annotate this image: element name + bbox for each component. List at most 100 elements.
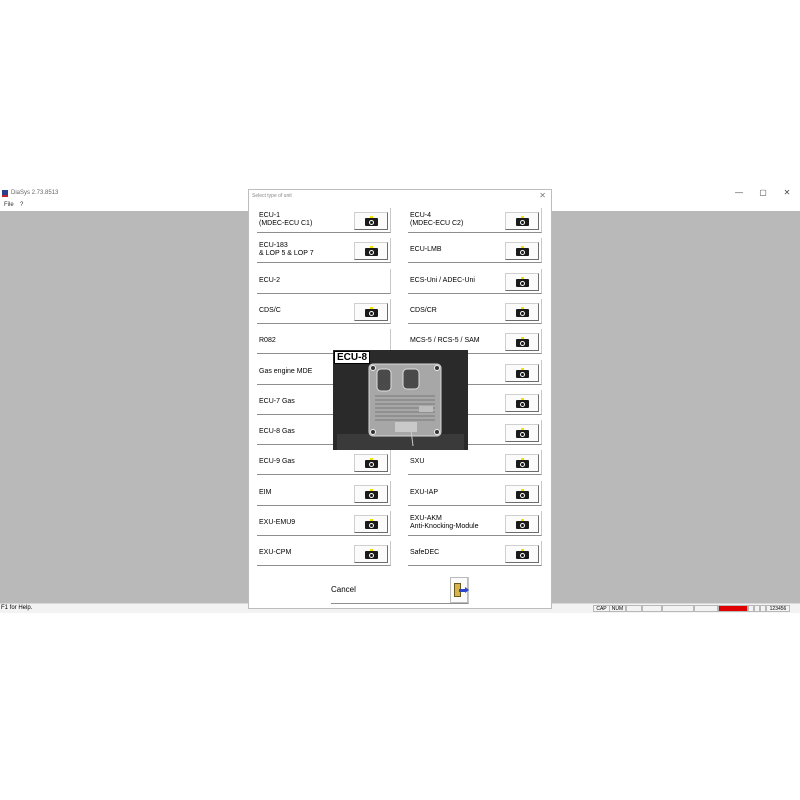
unit-label: SafeDEC — [410, 541, 502, 565]
exit-door-icon — [454, 583, 469, 597]
status-cell-blank — [694, 605, 718, 612]
unit-label-line1: SXU — [410, 458, 425, 466]
unit-photo-button[interactable] — [505, 242, 539, 261]
camera-icon — [516, 306, 529, 317]
unit-label: ECU-4 (MDEC-ECU C2) — [410, 208, 502, 232]
unit-row-right[interactable]: ECU-LMB — [408, 238, 542, 264]
unit-photo-button[interactable] — [354, 212, 388, 230]
unit-label-line1: SafeDEC — [410, 549, 440, 557]
preview-label: ECU-8 — [334, 351, 371, 364]
unit-row-right[interactable]: EXU-IAP — [408, 480, 542, 506]
unit-photo-button[interactable] — [505, 333, 539, 352]
status-code: 123456 — [766, 605, 790, 612]
unit-label: ECU-2 — [259, 269, 351, 293]
camera-icon — [516, 458, 529, 469]
unit-photo-button[interactable] — [505, 454, 539, 473]
camera-icon — [365, 519, 378, 529]
dialog-close-icon[interactable]: ✕ — [539, 191, 546, 200]
unit-label-line2: Anti-Knocking-Module — [410, 523, 479, 530]
camera-icon — [516, 428, 529, 439]
unit-photo-button[interactable] — [505, 545, 539, 564]
unit-label: CDS/C — [259, 299, 351, 323]
unit-photo-button[interactable] — [354, 242, 388, 261]
unit-label-line1: EIM — [259, 488, 272, 496]
camera-icon — [365, 216, 378, 226]
unit-label-line1: EXU-EMU9 — [259, 519, 296, 526]
unit-label-line1: CDS/C — [259, 306, 281, 314]
camera-icon — [365, 488, 378, 499]
app-title: DiaSys 2.73.8513 — [11, 190, 59, 196]
cancel-button[interactable] — [450, 577, 469, 603]
unit-photo-button[interactable] — [354, 484, 388, 503]
unit-label-line1: ECU-LMB — [410, 246, 442, 254]
maximize-button[interactable]: ▢ — [757, 188, 769, 197]
unit-label-line1: ECU-2 — [259, 276, 281, 284]
unit-preview-popup: ECU-8 — [333, 350, 468, 450]
ecu-photo — [333, 350, 468, 450]
unit-row-right[interactable]: ECU-4 (MDEC-ECU C2) — [408, 208, 542, 233]
unit-label-line1: CDS/CR — [410, 306, 437, 314]
unit-photo-button[interactable] — [505, 515, 539, 533]
unit-photo-button[interactable] — [505, 212, 539, 230]
unit-photo-button[interactable] — [354, 302, 388, 321]
unit-photo-button[interactable] — [505, 424, 539, 443]
cancel-row[interactable]: Cancel — [331, 577, 469, 604]
unit-photo-button[interactable] — [505, 272, 539, 291]
unit-label: ECS-Uni / ADEC-Uni — [410, 269, 502, 293]
unit-label-line1: ECU-183 — [259, 242, 288, 250]
unit-label: ECU-183 & LOP 5 & LOP 7 — [259, 238, 351, 262]
unit-label-line1: ECU-4 — [410, 212, 432, 219]
unit-row-left[interactable]: ECU-1 (MDEC-ECU C1) — [257, 208, 391, 233]
unit-label: ECU-9 Gas — [259, 450, 351, 474]
status-cell-blank — [662, 605, 694, 612]
camera-icon — [516, 367, 529, 378]
unit-photo-button[interactable] — [354, 454, 388, 473]
unit-row-left[interactable]: ECU-9 Gas — [257, 450, 391, 476]
unit-row-left[interactable]: EXU-CPM — [257, 541, 391, 567]
unit-row-right[interactable]: EXU-AKM Anti-Knocking-Module — [408, 511, 542, 536]
unit-photo-button[interactable] — [354, 515, 388, 533]
unit-label: EXU-CPM — [259, 541, 351, 565]
camera-icon — [516, 216, 529, 226]
unit-photo-button[interactable] — [505, 302, 539, 321]
unit-label-line2: & LOP 5 & LOP 7 — [259, 250, 314, 258]
unit-photo-button[interactable] — [354, 545, 388, 564]
camera-icon — [516, 519, 529, 529]
menu-help[interactable]: ? — [20, 202, 23, 208]
unit-photo-button[interactable] — [505, 363, 539, 382]
status-cell-blank — [642, 605, 662, 612]
camera-icon — [365, 246, 378, 257]
unit-label: ECU-1 (MDEC-ECU C1) — [259, 208, 351, 232]
unit-row-left[interactable]: EXU-EMU9 — [257, 511, 391, 536]
minimize-button[interactable]: — — [733, 188, 745, 197]
unit-label-line1: ECU-9 Gas — [259, 458, 295, 466]
app-logo-icon — [2, 190, 8, 197]
unit-row-right[interactable]: SXU — [408, 450, 542, 476]
close-window-button[interactable]: ✕ — [781, 188, 793, 197]
camera-icon — [516, 397, 529, 408]
unit-label-line1: EXU-IAP — [410, 488, 439, 496]
unit-label-line1: EXU-AKM — [410, 515, 442, 522]
unit-row-left[interactable]: CDS/C — [257, 298, 391, 324]
unit-row-right[interactable]: ECS-Uni / ADEC-Uni — [408, 268, 542, 294]
status-num: NUM — [609, 605, 626, 612]
menu-file[interactable]: File — [4, 202, 14, 208]
status-cell-blank — [626, 605, 642, 612]
unit-row-right[interactable]: CDS/CR — [408, 298, 542, 324]
unit-label-line2: (MDEC-ECU C1) — [259, 220, 313, 227]
unit-row-left[interactable]: ECU-2 — [257, 268, 391, 294]
camera-icon — [365, 306, 378, 317]
unit-label-line1: ECU-1 — [259, 212, 281, 219]
camera-icon — [365, 549, 378, 560]
status-help-text: F1 for Help. — [1, 605, 33, 611]
unit-label: EXU-AKM Anti-Knocking-Module — [410, 511, 502, 535]
unit-photo-button[interactable] — [505, 484, 539, 503]
dialog-title: Select type of unit — [252, 193, 292, 199]
unit-row-left[interactable]: ECU-183 & LOP 5 & LOP 7 — [257, 238, 391, 264]
status-alert-indicator — [718, 605, 748, 612]
unit-photo-button[interactable] — [505, 393, 539, 412]
unit-row-left[interactable]: EIM — [257, 480, 391, 506]
unit-row-right[interactable]: SafeDEC — [408, 541, 542, 567]
camera-icon — [365, 458, 378, 469]
unit-label: EIM — [259, 481, 351, 505]
